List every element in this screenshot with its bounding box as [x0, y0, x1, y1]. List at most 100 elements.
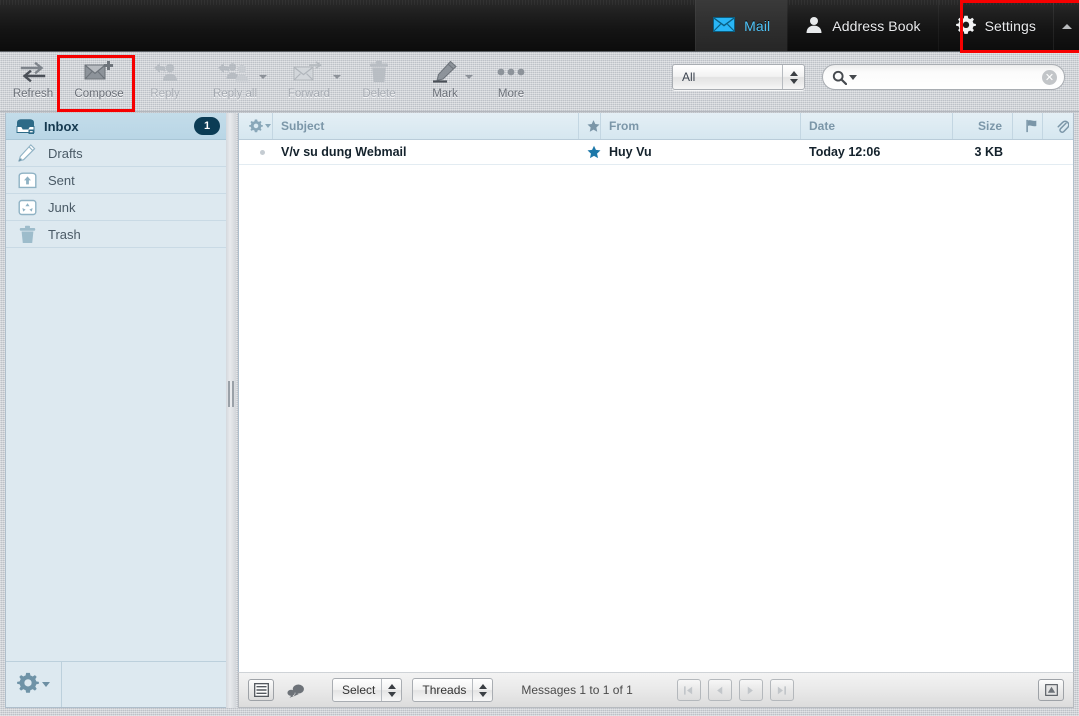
- last-page-button[interactable]: [769, 679, 794, 701]
- column-header-flag[interactable]: [1013, 113, 1043, 139]
- message-flag-toggle[interactable]: [1013, 140, 1043, 164]
- task-settings-label: Settings: [984, 18, 1036, 34]
- refresh-icon: [20, 57, 46, 87]
- scroll-top-area: [1038, 679, 1064, 701]
- sidebar-item-sent-label: Sent: [48, 172, 75, 188]
- scroll-top-button[interactable]: [1038, 679, 1064, 701]
- first-icon: [684, 685, 693, 695]
- message-attachment-indicator: [1043, 140, 1073, 164]
- select-dropdown[interactable]: Select: [332, 678, 403, 702]
- delete-button[interactable]: Delete: [346, 52, 412, 109]
- threads-dropdown[interactable]: Threads: [412, 678, 494, 702]
- scroll-top-icon: [1044, 684, 1058, 696]
- chevron-down-icon[interactable]: [465, 75, 473, 79]
- folder-list: Inbox 1 Drafts Sent Junk Trash: [6, 113, 229, 661]
- mark-button[interactable]: Mark: [412, 52, 478, 109]
- star-icon: [587, 145, 601, 159]
- person-icon: [805, 16, 823, 37]
- forward-button[interactable]: Forward: [272, 52, 346, 109]
- forward-icon: [293, 57, 325, 87]
- message-date[interactable]: Today 12:06: [801, 140, 953, 164]
- options-gear-icon: [248, 119, 263, 133]
- next-page-button[interactable]: [738, 679, 763, 701]
- sidebar-splitter[interactable]: [226, 113, 236, 708]
- sidebar-item-sent[interactable]: Sent: [6, 167, 229, 194]
- column-header-attachment[interactable]: [1043, 113, 1073, 139]
- spinner-icon[interactable]: [472, 679, 492, 701]
- column-header-size[interactable]: Size: [953, 113, 1013, 139]
- column-header-date[interactable]: Date: [801, 113, 953, 139]
- sent-icon: [6, 172, 48, 189]
- gear-icon: [17, 672, 39, 697]
- sidebar-item-drafts[interactable]: Drafts: [6, 140, 229, 167]
- ellipsis-icon: [496, 57, 526, 87]
- list-options-button[interactable]: [239, 113, 273, 139]
- collapse-taskbar-button[interactable]: [1053, 0, 1079, 51]
- compose-label: Compose: [74, 88, 124, 100]
- table-row[interactable]: V/v su dung Webmail Huy Vu Today 12:06 3…: [239, 140, 1073, 165]
- task-address-book-label: Address Book: [832, 18, 921, 34]
- trash-icon: [369, 57, 389, 87]
- reply-all-button[interactable]: Reply all: [198, 52, 272, 109]
- message-size[interactable]: 3 KB: [953, 140, 1013, 164]
- task-settings[interactable]: Settings: [937, 0, 1053, 51]
- compose-icon: [84, 57, 114, 87]
- sidebar-item-junk[interactable]: Junk: [6, 194, 229, 221]
- first-page-button[interactable]: [676, 679, 701, 701]
- marker-icon: [430, 57, 460, 87]
- gear-icon: [955, 15, 976, 38]
- envelope-icon: [713, 17, 736, 35]
- chevron-down-icon[interactable]: [333, 75, 341, 79]
- sidebar-item-trash[interactable]: Trash: [6, 221, 229, 248]
- task-mail-label: Mail: [744, 18, 771, 34]
- compose-button[interactable]: Compose: [66, 52, 132, 109]
- main-toolbar: Refresh Compose Reply Reply all Forward …: [0, 52, 1079, 112]
- reply-icon: [151, 57, 179, 87]
- spinner-icon[interactable]: [782, 65, 804, 89]
- sidebar-item-trash-label: Trash: [48, 226, 81, 242]
- refresh-button[interactable]: Refresh: [0, 52, 66, 109]
- flag-icon: [1026, 119, 1037, 133]
- reply-label: Reply: [150, 88, 180, 100]
- message-subject[interactable]: V/v su dung Webmail: [273, 140, 579, 164]
- prev-page-button[interactable]: [707, 679, 732, 701]
- mark-label: Mark: [432, 88, 458, 100]
- search-input[interactable]: [863, 69, 1038, 85]
- list-layout-icon: [253, 683, 269, 697]
- message-star-toggle[interactable]: [579, 140, 601, 164]
- pagination: [676, 679, 794, 701]
- last-icon: [778, 685, 787, 695]
- column-header-star[interactable]: [579, 113, 601, 139]
- search-scope-select[interactable]: All: [672, 64, 805, 90]
- column-header-subject[interactable]: Subject: [273, 113, 579, 139]
- search-box[interactable]: ✕: [822, 64, 1065, 90]
- reply-button[interactable]: Reply: [132, 52, 198, 109]
- spinner-icon[interactable]: [381, 679, 401, 701]
- threads-toggle-button[interactable]: [284, 679, 308, 701]
- message-status-dot[interactable]: [239, 140, 273, 164]
- column-header-from[interactable]: From: [601, 113, 801, 139]
- caret-down-icon: [42, 682, 50, 687]
- toolbar-search-group: All ✕: [672, 64, 1065, 90]
- folder-actions-button[interactable]: [6, 662, 62, 707]
- task-address-book[interactable]: Address Book: [787, 0, 937, 51]
- search-icon[interactable]: [832, 70, 857, 85]
- message-list-footer: Select Threads Messages 1 to 1 of 1: [238, 672, 1074, 708]
- sidebar-footer: [6, 661, 229, 707]
- list-layout-button[interactable]: [248, 679, 274, 701]
- sidebar-item-drafts-label: Drafts: [48, 145, 83, 161]
- sidebar-item-inbox[interactable]: Inbox 1: [6, 113, 229, 140]
- clear-search-icon[interactable]: ✕: [1042, 70, 1057, 85]
- task-mail[interactable]: Mail: [695, 0, 788, 51]
- message-from[interactable]: Huy Vu: [601, 140, 801, 164]
- next-icon: [748, 686, 754, 694]
- folder-sidebar: Inbox 1 Drafts Sent Junk Trash: [5, 113, 230, 708]
- reply-all-label: Reply all: [212, 88, 258, 100]
- paperclip-icon: [1056, 120, 1069, 133]
- message-count-status: Messages 1 to 1 of 1: [521, 683, 633, 697]
- chevron-down-icon[interactable]: [259, 75, 267, 79]
- trash-icon: [6, 225, 48, 244]
- splitter-grip[interactable]: [228, 381, 234, 407]
- junk-icon: [6, 199, 48, 216]
- more-button[interactable]: More: [478, 52, 544, 109]
